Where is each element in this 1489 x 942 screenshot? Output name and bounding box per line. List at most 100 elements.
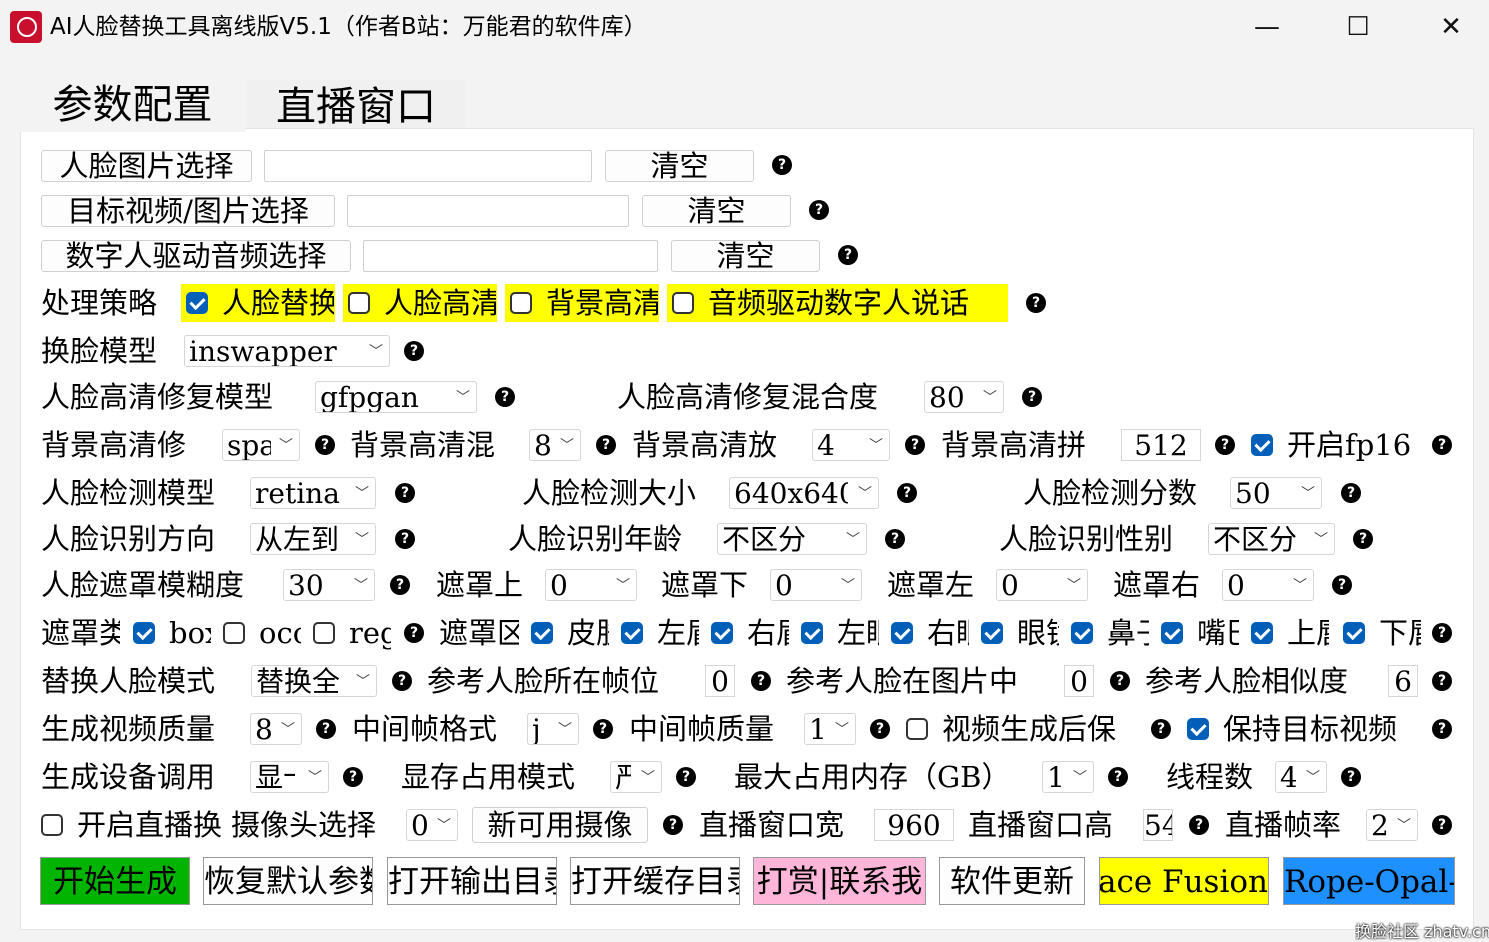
help-icon[interactable]: ? xyxy=(897,483,917,503)
help-icon[interactable]: ? xyxy=(1332,575,1352,595)
region-right-brow-checkbox[interactable] xyxy=(711,622,733,644)
mask-blur-select[interactable]: 30 ﹀ xyxy=(283,569,375,601)
max-mem-select[interactable]: 1﹀ xyxy=(1042,761,1094,793)
minimize-button[interactable]: — xyxy=(1244,10,1290,44)
keep-target-checkbox[interactable] xyxy=(1187,718,1209,740)
help-icon[interactable]: ? xyxy=(343,767,363,787)
help-icon[interactable]: ? xyxy=(676,767,696,787)
audio-clear-button[interactable]: 清空 xyxy=(671,240,820,272)
target-path-input[interactable] xyxy=(347,195,629,227)
device-select[interactable]: 显卡 ﹀ xyxy=(250,761,329,793)
target-select-button[interactable]: 目标视频/图片选择 xyxy=(41,195,335,227)
live-enable-checkbox[interactable] xyxy=(41,814,63,836)
find-cameras-button[interactable]: 新可用摄像 xyxy=(472,807,648,843)
mask-left-select[interactable]: 0 ﹀ xyxy=(996,569,1088,601)
open-cache-dir-button[interactable]: 打开缓存目录 xyxy=(570,857,740,905)
recog-gender-select[interactable]: 不区分 ﹀ xyxy=(1208,523,1335,555)
help-icon[interactable]: ? xyxy=(905,435,925,455)
help-icon[interactable]: ? xyxy=(316,719,336,739)
live-height-input[interactable]: 540 xyxy=(1143,809,1173,841)
tab-settings[interactable]: 参数配置 xyxy=(20,78,245,132)
audio-path-input[interactable] xyxy=(363,240,658,272)
region-skin-checkbox[interactable] xyxy=(531,622,553,644)
target-clear-button[interactable]: 清空 xyxy=(642,195,791,227)
help-icon[interactable]: ? xyxy=(315,435,335,455)
help-icon[interactable]: ? xyxy=(1108,767,1128,787)
help-icon[interactable]: ? xyxy=(1026,293,1046,313)
live-fps-select[interactable]: 25 ﹀ xyxy=(1366,809,1418,841)
threads-select[interactable]: 4﹀ xyxy=(1275,761,1327,793)
region-glasses-checkbox[interactable] xyxy=(981,622,1003,644)
help-icon[interactable]: ? xyxy=(596,435,616,455)
region-right-eye-checkbox[interactable] xyxy=(891,622,913,644)
mask-down-select[interactable]: 0 ﹀ xyxy=(770,569,862,601)
tab-live-window[interactable]: 直播窗口 xyxy=(247,80,465,130)
detect-size-select[interactable]: 640x640 ﹀ xyxy=(729,477,879,509)
help-icon[interactable]: ? xyxy=(1432,815,1452,835)
help-icon[interactable]: ? xyxy=(404,341,424,361)
live-width-input[interactable]: 960 xyxy=(874,809,954,841)
face-clear-button[interactable]: 清空 xyxy=(605,150,754,182)
help-icon[interactable]: ? xyxy=(1189,815,1209,835)
donate-contact-button[interactable]: 打赏|联系我 xyxy=(753,857,926,905)
start-button[interactable]: 开始生成 xyxy=(40,857,190,905)
detect-model-select[interactable]: retina ﹀ xyxy=(250,477,376,509)
mask-box-checkbox[interactable] xyxy=(133,622,155,644)
ref-position-input[interactable]: 0 xyxy=(1064,665,1094,697)
region-nose-checkbox[interactable] xyxy=(1071,622,1093,644)
help-icon[interactable]: ? xyxy=(1341,767,1361,787)
replace-mode-select[interactable]: 替换全 ﹀ xyxy=(251,665,377,697)
update-button[interactable]: 软件更新 xyxy=(939,857,1085,905)
recog-dir-select[interactable]: 从左到 ﹀ xyxy=(250,523,376,555)
help-icon[interactable]: ? xyxy=(1341,483,1361,503)
help-icon[interactable]: ? xyxy=(1432,719,1452,739)
help-icon[interactable]: ? xyxy=(838,245,858,265)
bg-blend-select[interactable]: 8﹀ xyxy=(529,429,581,461)
rope-opal-button[interactable]: Rope-Opal- xyxy=(1283,857,1455,905)
frame-format-select[interactable]: j ﹀ xyxy=(527,713,579,745)
help-icon[interactable]: ? xyxy=(772,155,792,175)
help-icon[interactable]: ? xyxy=(1432,435,1452,455)
audio-select-button[interactable]: 数字人驱动音频选择 xyxy=(41,240,351,272)
mask-right-select[interactable]: 0 ﹀ xyxy=(1222,569,1314,601)
help-icon[interactable]: ? xyxy=(1432,671,1452,691)
strategy-audio-checkbox[interactable] xyxy=(672,292,694,314)
facefusion-button[interactable]: Face Fusion xyxy=(1099,857,1269,905)
help-icon[interactable]: ? xyxy=(870,719,890,739)
bg-model-select[interactable]: spa ﹀ xyxy=(222,429,300,461)
region-mouth-checkbox[interactable] xyxy=(1161,622,1183,644)
mask-up-select[interactable]: 0 ﹀ xyxy=(545,569,637,601)
camera-select[interactable]: 0﹀ xyxy=(406,809,458,841)
help-icon[interactable]: ? xyxy=(1215,435,1235,455)
help-icon[interactable]: ? xyxy=(1353,529,1373,549)
maximize-button[interactable]: ☐ xyxy=(1335,10,1381,44)
region-left-brow-checkbox[interactable] xyxy=(621,622,643,644)
close-button[interactable]: ✕ xyxy=(1428,10,1474,44)
detect-score-select[interactable]: 50 ﹀ xyxy=(1230,477,1322,509)
open-output-dir-button[interactable]: 打开输出目录 xyxy=(387,857,557,905)
region-upper-lip-checkbox[interactable] xyxy=(1251,622,1273,644)
reset-defaults-button[interactable]: 恢复默认参数 xyxy=(203,857,373,905)
region-lower-lip-checkbox[interactable] xyxy=(1343,622,1365,644)
help-icon[interactable]: ? xyxy=(1022,387,1042,407)
region-left-eye-checkbox[interactable] xyxy=(801,622,823,644)
help-icon[interactable]: ? xyxy=(885,529,905,549)
strategy-face-enhance-checkbox[interactable] xyxy=(348,292,370,314)
strategy-face-swap-checkbox[interactable] xyxy=(186,292,208,314)
help-icon[interactable]: ? xyxy=(395,529,415,549)
bg-scale-select[interactable]: 4 ﹀ xyxy=(812,429,890,461)
help-icon[interactable]: ? xyxy=(495,387,515,407)
help-icon[interactable]: ? xyxy=(1151,719,1171,739)
help-icon[interactable]: ? xyxy=(1432,623,1452,643)
enhance-model-select[interactable]: gfpgan ﹀ xyxy=(315,381,477,413)
help-icon[interactable]: ? xyxy=(404,623,424,643)
face-image-select-button[interactable]: 人脸图片选择 xyxy=(41,150,252,182)
help-icon[interactable]: ? xyxy=(593,719,613,739)
mask-occ-checkbox[interactable] xyxy=(223,622,245,644)
mask-reg-checkbox[interactable] xyxy=(313,622,335,644)
bg-tile-input[interactable]: 512 xyxy=(1121,429,1201,461)
mem-mode-select[interactable]: 严﹀ xyxy=(610,761,662,793)
face-image-path-input[interactable] xyxy=(264,150,592,182)
fp16-checkbox[interactable] xyxy=(1251,434,1273,456)
frame-quality-select[interactable]: 1﹀ xyxy=(804,713,856,745)
